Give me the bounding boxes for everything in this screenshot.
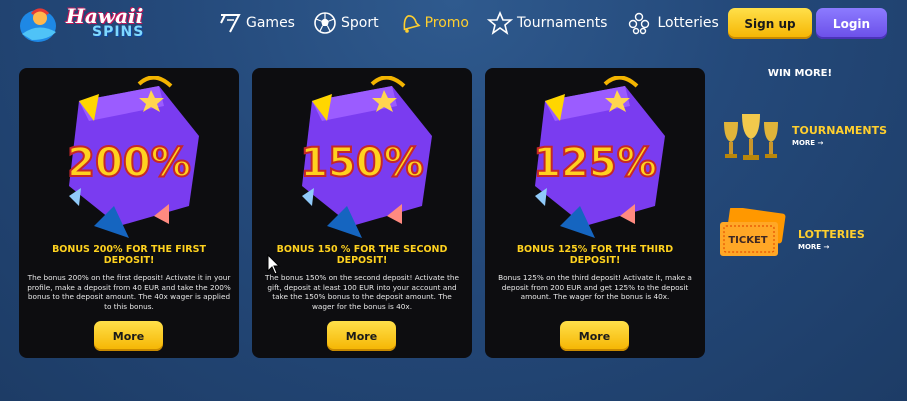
percent-label: 125% bbox=[533, 140, 657, 186]
trophy-icon bbox=[724, 114, 778, 160]
ticket-text: TICKET bbox=[728, 235, 767, 246]
nav-games-label: Games bbox=[246, 15, 295, 31]
soccer-ball-icon bbox=[314, 12, 336, 34]
nav-sport-label: Sport bbox=[340, 15, 379, 31]
main-nav: Games Sport Promo Tournaments Lotteries bbox=[218, 8, 737, 38]
more-button[interactable]: More bbox=[560, 321, 629, 351]
bonus-description: Bonus 125% on the third deposit! Activat… bbox=[498, 273, 692, 302]
ticket-icon: TICKET bbox=[720, 208, 786, 256]
bonus-title: BONUS 150 % FOR THE SECOND DEPOSIT! bbox=[276, 244, 448, 266]
bonus-150-illustration: 150% bbox=[299, 76, 432, 238]
percent-label: 200% bbox=[67, 140, 191, 186]
percent-label: 150% bbox=[300, 140, 424, 186]
sidebar-item-label: LOTTERIES bbox=[798, 228, 865, 241]
nav-sport[interactable]: Sport bbox=[313, 11, 379, 35]
bonus-card-second-deposit: 150% BONUS 150 % FOR THE SECOND DEPOSIT!… bbox=[252, 68, 472, 358]
sidebar-item-lotteries[interactable]: TICKET LOTTERIES MORE → bbox=[716, 208, 896, 268]
bell-icon bbox=[403, 15, 421, 33]
header: Hawaii SPINS Games Sport Promo Tournamen… bbox=[0, 0, 907, 48]
bonus-title: BONUS 200% FOR THE FIRST DEPOSIT! bbox=[52, 244, 206, 266]
bonus-200-illustration: 200% bbox=[66, 76, 199, 238]
bonus-125-illustration: 125% bbox=[532, 76, 665, 238]
nav-lotteries-label: Lotteries bbox=[657, 15, 719, 31]
win-more-heading: WIN MORE! bbox=[767, 68, 833, 79]
bonus-title: BONUS 125% FOR THE THIRD DEPOSIT! bbox=[516, 244, 674, 266]
mouse-cursor-icon bbox=[267, 254, 281, 275]
star-icon bbox=[487, 11, 513, 35]
nav-tournaments-label: Tournaments bbox=[517, 15, 608, 31]
surfer-mascot-icon bbox=[20, 8, 56, 42]
sidebar-more-link[interactable]: MORE → bbox=[792, 139, 823, 147]
more-button[interactable]: More bbox=[327, 321, 396, 351]
sidebar-more-link[interactable]: MORE → bbox=[798, 243, 829, 251]
logo-subtext: SPINS bbox=[92, 24, 145, 40]
nav-promo[interactable]: Promo bbox=[397, 11, 469, 35]
bonus-description: The bonus 200% on the first deposit! Act… bbox=[27, 273, 231, 311]
bonus-description: The bonus 150% on the second deposit! Ac… bbox=[265, 273, 459, 311]
nav-promo-label: Promo bbox=[424, 15, 469, 31]
sidebar-item-tournaments[interactable]: TOURNAMENTS MORE → bbox=[716, 110, 896, 170]
logo[interactable]: Hawaii SPINS bbox=[18, 4, 146, 44]
nav-games[interactable]: Games bbox=[218, 12, 295, 34]
seven-icon bbox=[220, 14, 241, 33]
nav-tournaments[interactable]: Tournaments bbox=[487, 11, 607, 35]
bonus-card-third-deposit: 125% BONUS 125% FOR THE THIRD DEPOSIT! B… bbox=[485, 68, 705, 358]
signup-button[interactable]: Sign up bbox=[728, 8, 812, 39]
lottery-balls-icon bbox=[629, 12, 650, 35]
sidebar-item-label: TOURNAMENTS bbox=[792, 124, 888, 137]
nav-lotteries[interactable]: Lotteries bbox=[625, 11, 719, 35]
bonus-card-first-deposit: 200% BONUS 200% FOR THE FIRST DEPOSIT! T… bbox=[19, 68, 239, 358]
more-button[interactable]: More bbox=[94, 321, 163, 351]
login-button[interactable]: Login bbox=[816, 8, 887, 39]
